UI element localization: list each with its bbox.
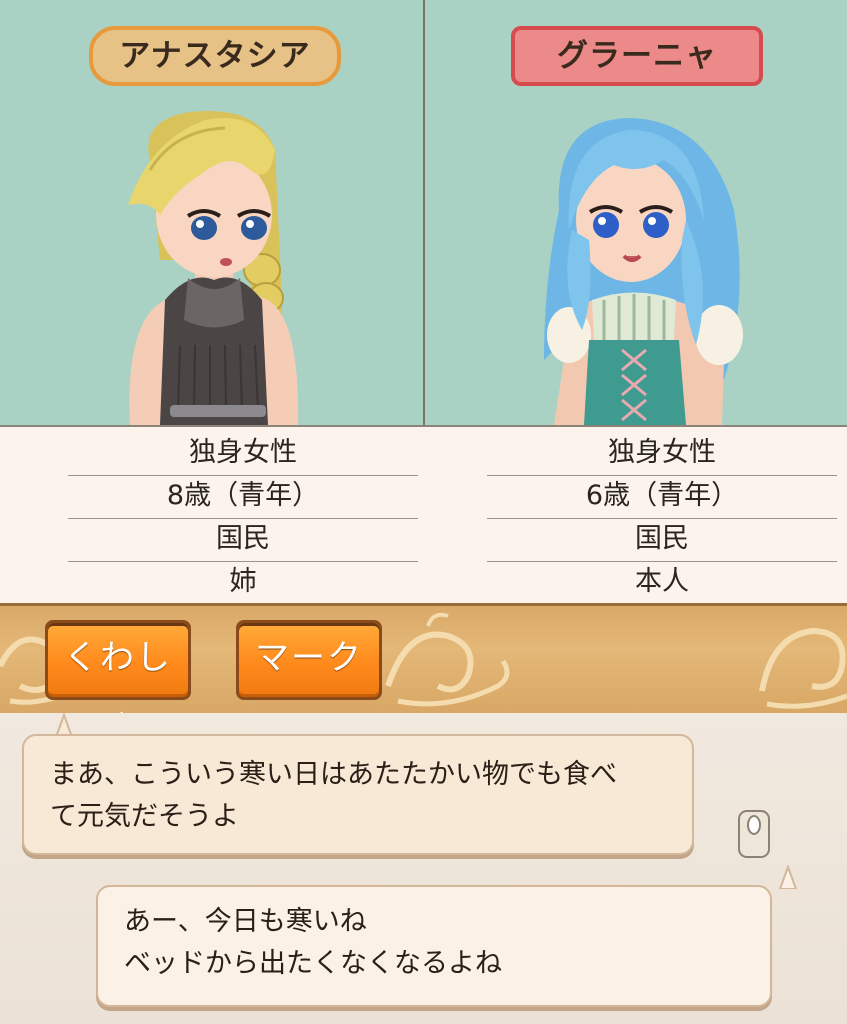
character-info-table: 独身女性 8歳（青年） 国民 姉 独身女性 6歳（青年） 国民 本人 (0, 425, 847, 605)
ornament-scroll-center (385, 612, 510, 707)
speech-bubble-right: あー、今日も寒いね ベッドから出たくなくなるよね (96, 885, 772, 1007)
info-citizenship: 国民 (68, 519, 418, 562)
speech-bubble-left: まあ、こういう寒い日はあたたかい物でも食べ て元気だそうよ (22, 734, 694, 855)
character-name-right: グラーニャ (511, 26, 763, 86)
character-panel-right: グラーニャ (424, 0, 847, 425)
info-status: 独身女性 (487, 433, 837, 476)
action-bar: くわしく マーク (0, 603, 847, 748)
info-relation: 本人 (487, 562, 837, 605)
mark-button[interactable]: マーク (236, 620, 382, 700)
speech-text-line: あー、今日も寒いね (124, 906, 367, 937)
scroll-indicator-icon[interactable] (737, 809, 771, 859)
speech-text-line: まあ、こういう寒い日はあたたかい物でも食べ (50, 759, 617, 790)
info-column-right: 独身女性 6歳（青年） 国民 本人 (487, 433, 837, 605)
info-column-left: 独身女性 8歳（青年） 国民 姉 (68, 433, 418, 605)
character-panel-left: アナスタシア (0, 0, 423, 425)
info-relation: 姉 (68, 562, 418, 605)
speech-text-line: て元気だそうよ (50, 801, 239, 832)
conversation-area: まあ、こういう寒い日はあたたかい物でも食べ て元気だそうよ あー、今日も寒いね … (0, 713, 847, 1024)
info-age: 6歳（青年） (487, 476, 837, 519)
info-age: 8歳（青年） (68, 476, 418, 519)
info-status: 独身女性 (68, 433, 418, 476)
details-button[interactable]: くわしく (45, 620, 191, 748)
character-name-left: アナスタシア (89, 26, 341, 86)
ornament-scroll-right (759, 627, 847, 709)
speech-bubble-tail (778, 865, 798, 889)
info-citizenship: 国民 (487, 519, 837, 562)
speech-text-line: ベッドから出たくなくなるよね (124, 948, 502, 979)
